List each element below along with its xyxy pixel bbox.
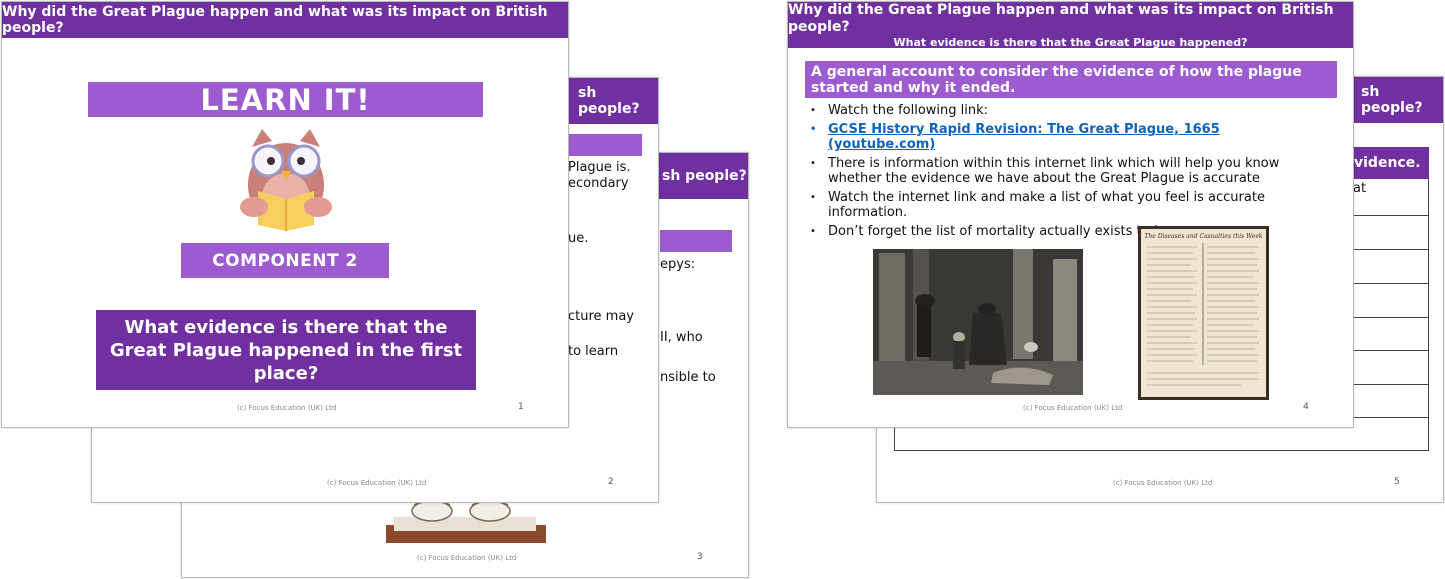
- table-row-line: [1351, 317, 1429, 318]
- slide-3-header-text: sh people?: [662, 168, 747, 184]
- table-row-line: [1351, 384, 1429, 385]
- slide-4[interactable]: Why did the Great Plague happen and what…: [787, 1, 1354, 428]
- bullet-watch-link: Watch the following link:: [807, 103, 1327, 118]
- slide-5-table-header-text: vidence.: [1354, 155, 1421, 171]
- pepys-illustration: [386, 499, 546, 543]
- slide-1-page-number: 1: [518, 402, 524, 412]
- slide-4-bullet-list: Watch the following link: GCSE History R…: [807, 103, 1327, 243]
- slide-1[interactable]: Why did the Great Plague happen and what…: [1, 1, 569, 428]
- slide-1-footer: (c) Focus Education (UK) Ltd: [237, 404, 337, 412]
- slide-3-line-3: nsible to: [660, 370, 716, 385]
- question-text: What evidence is there that the Great Pl…: [109, 316, 463, 384]
- learn-it-text: LEARN IT!: [200, 82, 371, 117]
- slide-2-page-number: 2: [608, 477, 614, 487]
- learn-it-banner: LEARN IT!: [88, 82, 483, 117]
- slide-3-section-bar: [660, 230, 732, 252]
- slide-5-table-header: vidence.: [1351, 147, 1429, 179]
- slide-3-header: sh people?: [652, 153, 748, 199]
- youtube-link[interactable]: GCSE History Rapid Revision: The Great P…: [807, 122, 1327, 152]
- table-row-line: [1351, 417, 1429, 418]
- slide-4-header-line-1: Why did the Great Plague happen and what…: [788, 1, 1334, 35]
- slide-1-header: Why did the Great Plague happen and what…: [2, 2, 568, 38]
- slide-3-footer: (c) Focus Education (UK) Ltd: [417, 554, 517, 562]
- table-row-line: [1351, 283, 1429, 284]
- slide-4-header-line-2: What evidence is there that the Great Pl…: [893, 35, 1248, 49]
- slide-4-section-title: A general account to consider the eviden…: [805, 61, 1337, 98]
- slide-2-line-4: cture may: [568, 309, 634, 324]
- component-text: COMPONENT 2: [212, 250, 358, 271]
- question-box: What evidence is there that the Great Pl…: [96, 310, 476, 390]
- slide-2-line-2: econdary: [568, 176, 629, 191]
- slide-4-header: Why did the Great Plague happen and what…: [788, 1, 1353, 49]
- slide-2-line-1: Plague is.: [568, 160, 631, 175]
- slide-3-line-2: II, who: [660, 330, 703, 345]
- table-row-line: [1351, 350, 1429, 351]
- bullet-info: There is information within this interne…: [807, 156, 1327, 186]
- owl-reading-icon: [240, 129, 332, 231]
- slide-1-header-text: Why did the Great Plague happen and what…: [2, 4, 548, 36]
- slide-2-section-bar: [568, 134, 642, 156]
- slide-5-header-text: sh people?: [1361, 84, 1423, 116]
- slide-5-footer: (c) Focus Education (UK) Ltd: [1113, 479, 1213, 487]
- plague-engraving-image: [873, 249, 1083, 395]
- bill-of-mortality-image: The Diseases and Casualties this Week: [1138, 226, 1269, 400]
- table-row-line: [1351, 215, 1429, 216]
- slide-4-section-title-text: A general account to consider the eviden…: [811, 64, 1302, 96]
- slide-2-footer: (c) Focus Education (UK) Ltd: [327, 479, 427, 487]
- slide-4-footer: (c) Focus Education (UK) Ltd: [1023, 404, 1123, 412]
- slide-4-page-number: 4: [1303, 402, 1309, 412]
- slide-2-header: sh people?: [568, 78, 658, 124]
- table-row-line: [1351, 249, 1429, 250]
- slide-2-line-3: ue.: [568, 231, 589, 246]
- slide-2-header-text: sh people?: [578, 85, 640, 117]
- bill-heading: The Diseases and Casualties this Week: [1144, 233, 1263, 240]
- slide-2-line-5: to learn: [568, 344, 619, 359]
- slide-3-page-number: 3: [697, 552, 703, 562]
- slide-5-header: sh people?: [1351, 77, 1443, 123]
- slide-3-line-1: epys:: [660, 257, 696, 272]
- bill-entries: [1147, 243, 1259, 386]
- slide-5-page-number: 5: [1394, 477, 1400, 487]
- bullet-make-list: Watch the internet link and make a list …: [807, 190, 1327, 220]
- component-banner: COMPONENT 2: [181, 243, 389, 278]
